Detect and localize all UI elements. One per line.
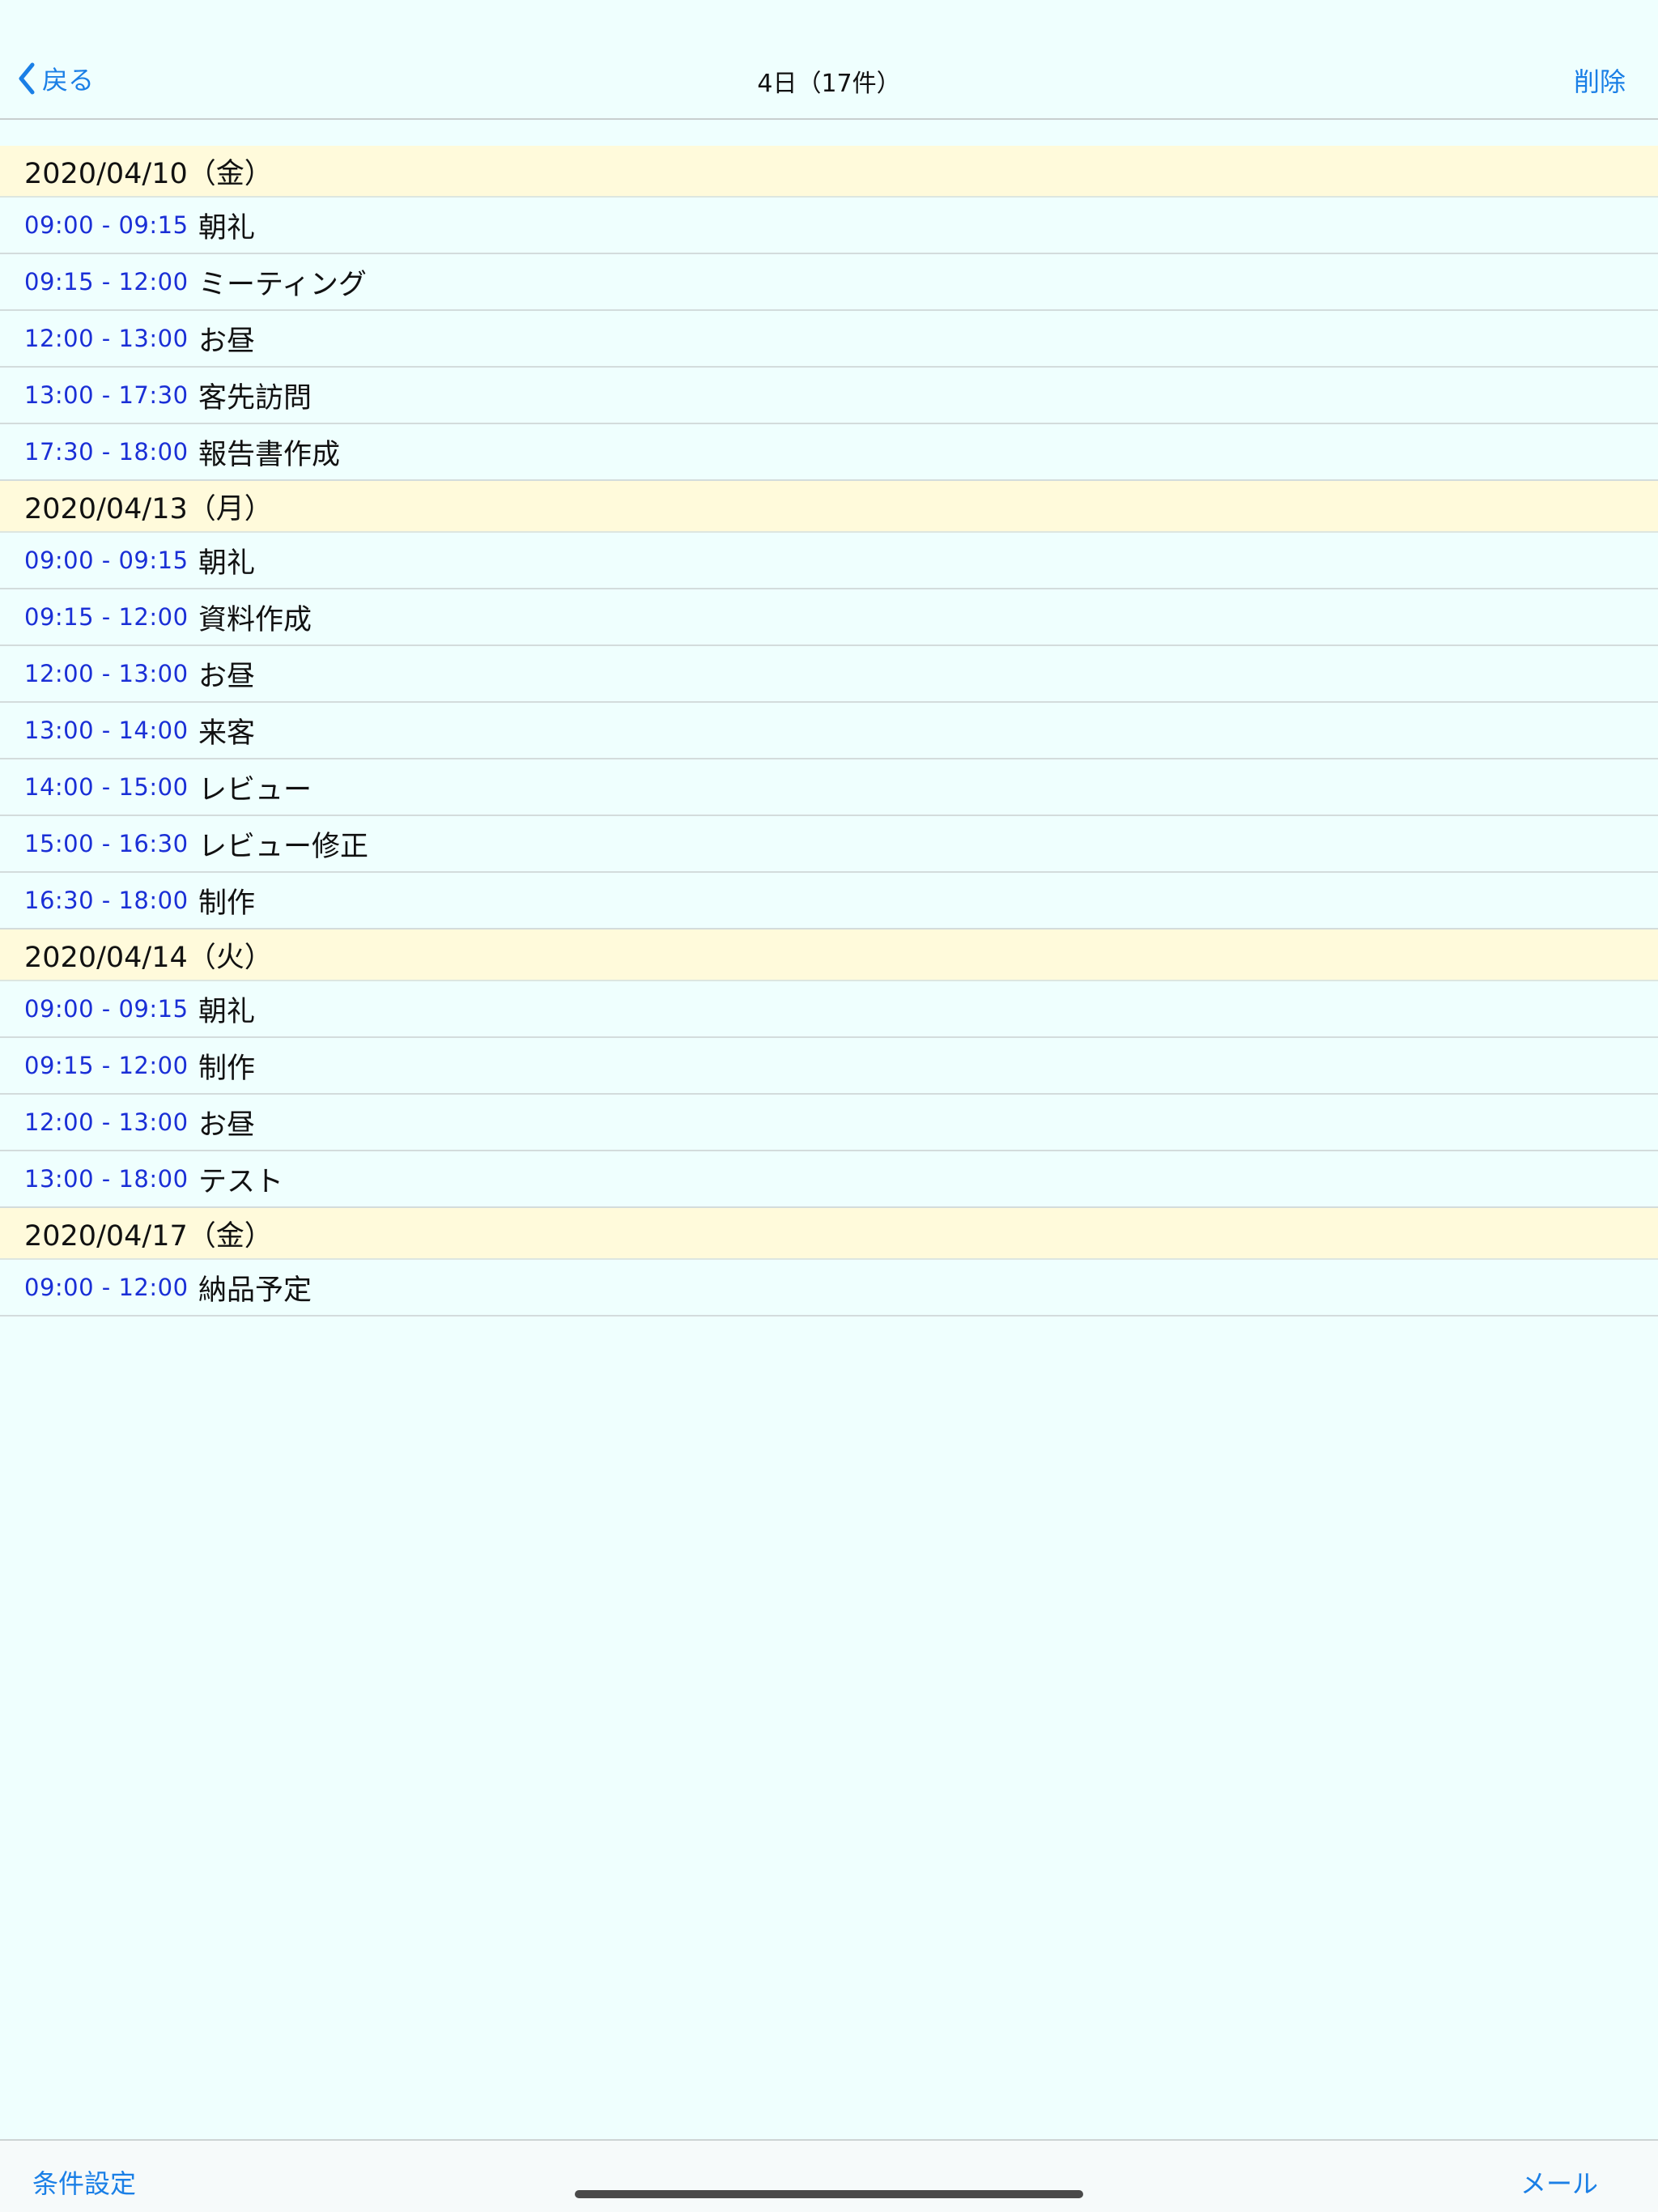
schedule-time: 14:00 - 15:00 xyxy=(24,773,189,801)
schedule-row[interactable]: 12:00 - 13:00 お昼 xyxy=(0,311,1658,368)
schedule-row[interactable]: 09:15 - 12:00 資料作成 xyxy=(0,589,1658,646)
schedule-title: 報告書作成 xyxy=(198,438,341,471)
page-title: 4日（17件） xyxy=(757,70,901,98)
bottom-toolbar: 条件設定 メール xyxy=(0,2139,1658,2212)
schedule-title: レビュー修正 xyxy=(198,830,369,863)
schedule-title: 朝礼 xyxy=(198,547,256,580)
schedule-row[interactable]: 13:00 - 17:30 客先訪問 xyxy=(0,368,1658,424)
schedule-row[interactable]: 14:00 - 15:00 レビュー xyxy=(0,759,1658,816)
schedule-time: 16:30 - 18:00 xyxy=(24,887,189,914)
schedule-title: ミーティング xyxy=(198,268,367,301)
schedule-row[interactable]: 17:30 - 18:00 報告書作成 xyxy=(0,424,1658,481)
schedule-time: 12:00 - 13:00 xyxy=(24,660,189,687)
section-header-date: 2020/04/17（金） xyxy=(0,1208,1658,1260)
schedule-title: 来客 xyxy=(198,717,256,750)
schedule-time: 13:00 - 17:30 xyxy=(24,381,189,409)
home-indicator xyxy=(575,2190,1083,2198)
schedule-row[interactable]: 13:00 - 18:00 テスト xyxy=(0,1151,1658,1208)
conditions-button[interactable]: 条件設定 xyxy=(32,2163,136,2201)
schedule-title: 制作 xyxy=(198,887,256,920)
schedule-title: お昼 xyxy=(198,660,256,693)
schedule-time: 12:00 - 13:00 xyxy=(24,325,189,352)
schedule-row[interactable]: 09:00 - 09:15 朝礼 xyxy=(0,533,1658,589)
section-header-date: 2020/04/10（金） xyxy=(0,146,1658,198)
schedule-row[interactable]: 13:00 - 14:00 来客 xyxy=(0,703,1658,759)
schedule-title: 朝礼 xyxy=(198,995,256,1028)
schedule-row[interactable]: 09:00 - 09:15 朝礼 xyxy=(0,198,1658,254)
section-header-date: 2020/04/13（月） xyxy=(0,481,1658,533)
mail-button[interactable]: メール xyxy=(1520,2163,1598,2201)
schedule-time: 13:00 - 14:00 xyxy=(24,717,189,744)
schedule-time: 09:00 - 09:15 xyxy=(24,547,189,574)
schedule-time: 09:00 - 09:15 xyxy=(24,995,189,1023)
schedule-title: お昼 xyxy=(198,1108,256,1142)
schedule-row[interactable]: 16:30 - 18:00 制作 xyxy=(0,873,1658,929)
schedule-time: 15:00 - 16:30 xyxy=(24,830,189,857)
section-header-date: 2020/04/14（火） xyxy=(0,929,1658,981)
schedule-title: テスト xyxy=(198,1165,284,1198)
schedule-row[interactable]: 12:00 - 13:00 お昼 xyxy=(0,646,1658,703)
schedule-row[interactable]: 09:00 - 12:00 納品予定 xyxy=(0,1260,1658,1317)
schedule-time: 13:00 - 18:00 xyxy=(24,1165,189,1193)
schedule-title: 客先訪問 xyxy=(198,381,312,415)
schedule-row[interactable]: 09:15 - 12:00 制作 xyxy=(0,1038,1658,1095)
schedule-row[interactable]: 09:00 - 09:15 朝礼 xyxy=(0,981,1658,1038)
schedule-time: 17:30 - 18:00 xyxy=(24,438,189,466)
schedule-title: お昼 xyxy=(198,325,256,358)
schedule-title: 納品予定 xyxy=(198,1274,312,1307)
delete-button[interactable]: 削除 xyxy=(1574,62,1626,99)
schedule-row[interactable]: 12:00 - 13:00 お昼 xyxy=(0,1095,1658,1151)
schedule-time: 09:00 - 12:00 xyxy=(24,1274,189,1301)
schedule-list: 2020/04/10（金） 09:00 - 09:15 朝礼 09:15 - 12:0… xyxy=(0,146,1658,1317)
schedule-time: 09:15 - 12:00 xyxy=(24,268,189,296)
schedule-title: レビュー xyxy=(198,773,312,806)
schedule-time: 09:00 - 09:15 xyxy=(24,211,189,239)
schedule-title: 資料作成 xyxy=(198,603,312,636)
schedule-title: 朝礼 xyxy=(198,211,256,245)
schedule-title: 制作 xyxy=(198,1052,256,1085)
schedule-time: 12:00 - 13:00 xyxy=(24,1108,189,1136)
schedule-row[interactable]: 09:15 - 12:00 ミーティング xyxy=(0,254,1658,311)
schedule-time: 09:15 - 12:00 xyxy=(24,1052,189,1079)
navigation-bar: 戻る 4日（17件） 削除 xyxy=(0,0,1658,120)
schedule-row[interactable]: 15:00 - 16:30 レビュー修正 xyxy=(0,816,1658,873)
schedule-time: 09:15 - 12:00 xyxy=(24,603,189,631)
